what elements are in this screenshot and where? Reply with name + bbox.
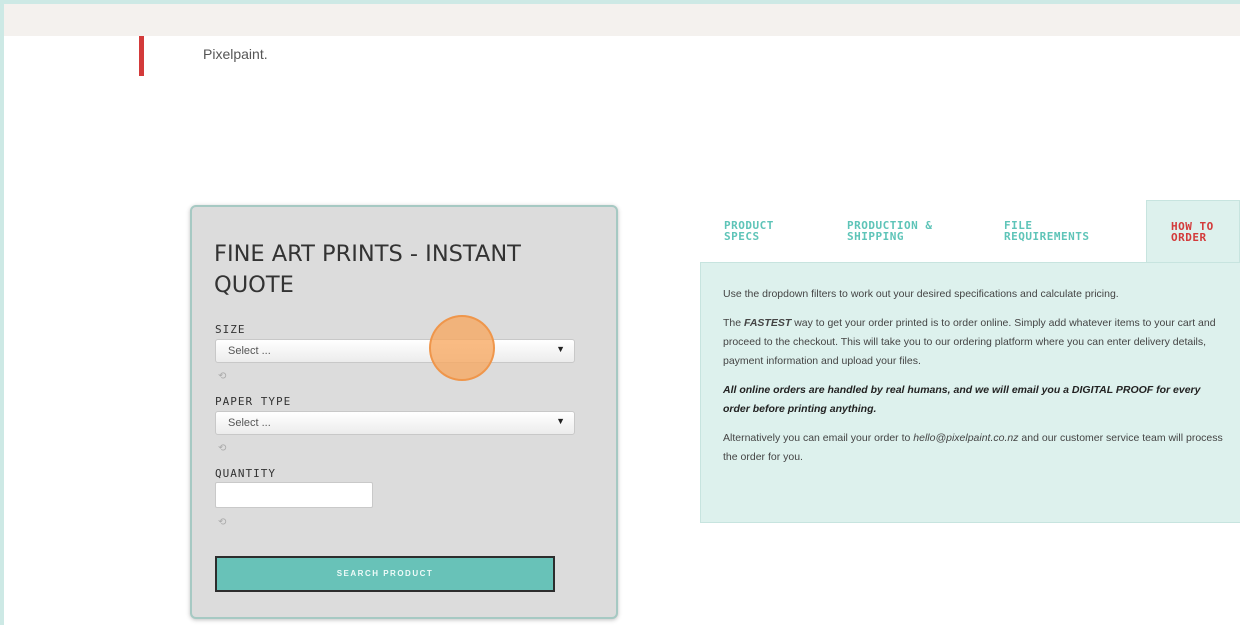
page: Pixelpaint. FINE ART PRINTS - INSTANT QU… [4, 4, 1240, 625]
tab-file-requirements[interactable]: FILE REQUIREMENTS [1004, 220, 1089, 242]
reset-icon[interactable]: ⟲ [218, 371, 226, 382]
emphasis-fastest: FASTEST [744, 317, 792, 329]
reset-icon[interactable]: ⟲ [218, 443, 226, 454]
size-label: SIZE [215, 323, 246, 336]
cursor-click-indicator [429, 315, 495, 381]
tab-label: FILE REQUIREMENTS [1004, 219, 1090, 243]
tab-label: HOW TO ORDER [1171, 220, 1214, 244]
quantity-input[interactable] [215, 482, 373, 508]
how-to-order-panel: Use the dropdown filters to work out you… [700, 262, 1240, 523]
instant-quote-form: FINE ART PRINTS - INSTANT QUOTE SIZE Sel… [190, 205, 618, 619]
tab-how-to-order[interactable]: HOW TO ORDER [1146, 200, 1240, 264]
order-email-link[interactable]: hello@pixelpaint.co.nz [913, 432, 1018, 444]
search-product-button[interactable]: SEARCH PRODUCT [215, 556, 555, 592]
info-tabs: PRODUCT SPECS PRODUCTION & SHIPPING FILE… [700, 200, 1240, 264]
quantity-label: QUANTITY [215, 467, 276, 480]
tab-label: PRODUCTION & SHIPPING [847, 219, 933, 243]
instructions-paragraph: The FASTEST way to get your order printe… [723, 317, 1216, 367]
pullquote-accent-bar [139, 36, 144, 76]
instructions-paragraph: Use the dropdown filters to work out you… [723, 288, 1119, 300]
form-title: FINE ART PRINTS - INSTANT QUOTE [214, 241, 521, 298]
chevron-down-icon: ▼ [556, 344, 565, 354]
instructions-paragraph: Alternatively you can email your order t… [723, 432, 1223, 463]
chevron-down-icon: ▼ [556, 416, 565, 426]
paper-type-select[interactable]: Select ... ▼ [215, 411, 575, 435]
tab-production-shipping[interactable]: PRODUCTION & SHIPPING [847, 220, 932, 242]
reset-icon[interactable]: ⟲ [218, 517, 226, 528]
tab-label: PRODUCT SPECS [724, 219, 774, 243]
paper-type-select-value: Select ... [228, 417, 271, 429]
size-select[interactable]: Select ... ▼ [215, 339, 575, 363]
pullquote-text: Pixelpaint. [203, 46, 268, 62]
proof-notice: All online orders are handled by real hu… [723, 384, 1201, 415]
top-strip [4, 4, 1240, 36]
size-select-value: Select ... [228, 345, 271, 357]
tab-product-specs[interactable]: PRODUCT SPECS [724, 220, 774, 242]
paper-type-label: PAPER TYPE [215, 395, 292, 408]
